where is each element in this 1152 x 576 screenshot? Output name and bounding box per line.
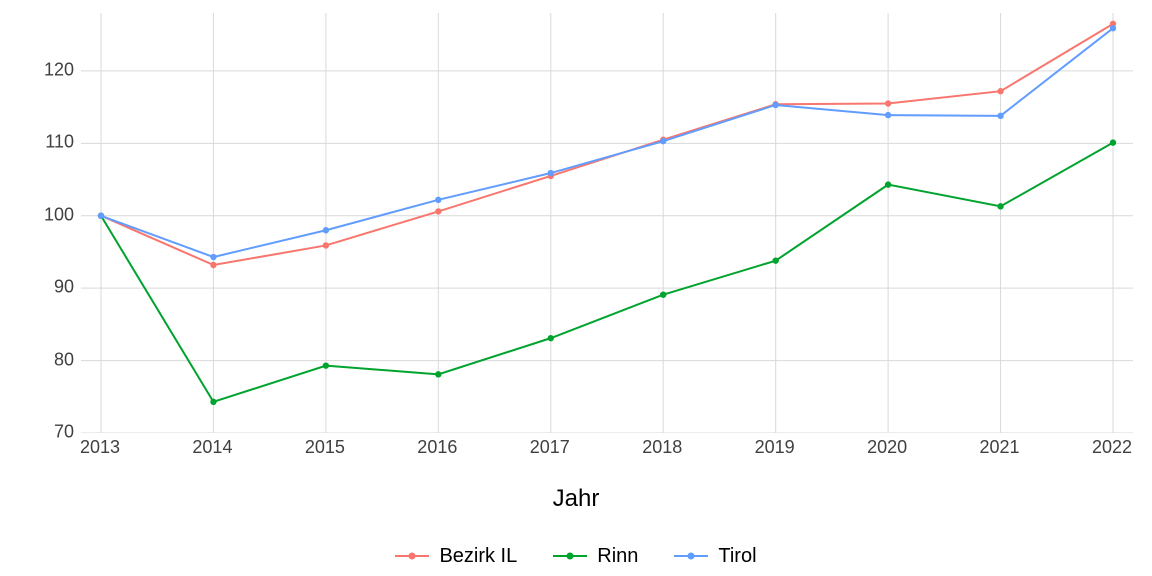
x-tick: 2013: [80, 437, 120, 458]
legend-label: Bezirk IL: [439, 545, 517, 568]
legend-item-tirol: Tirol: [674, 545, 756, 568]
x-tick: 2016: [417, 437, 457, 458]
plot-area: [80, 12, 1134, 434]
legend-item-bezirk-il: Bezirk IL: [395, 545, 517, 568]
x-axis-label: Jahr: [0, 485, 1152, 513]
y-tick: 110: [28, 132, 74, 153]
series-bezirk-il: [98, 21, 1116, 269]
legend-swatch-icon: [553, 555, 587, 557]
y-tick: 100: [28, 204, 74, 225]
x-tick: 2019: [755, 437, 795, 458]
legend-label: Tirol: [718, 545, 756, 568]
x-tick: 2017: [530, 437, 570, 458]
y-tick: 70: [28, 422, 74, 443]
chart-container: Index 2013 = 100 20132014201520162017201…: [0, 0, 1152, 576]
x-tick: 2014: [192, 437, 232, 458]
y-tick: 120: [28, 59, 74, 80]
y-tick: 90: [28, 277, 74, 298]
legend-swatch-icon: [674, 555, 708, 557]
series-tirol: [98, 25, 1116, 260]
x-tick: 2018: [642, 437, 682, 458]
x-tick: 2015: [305, 437, 345, 458]
series-rinn: [98, 139, 1116, 405]
plot-svg: [81, 13, 1133, 433]
x-tick: 2022: [1092, 437, 1132, 458]
x-tick: 2020: [867, 437, 907, 458]
legend-item-rinn: Rinn: [553, 545, 638, 568]
x-tick: 2021: [980, 437, 1020, 458]
legend: Bezirk IL Rinn Tirol: [0, 540, 1152, 568]
legend-label: Rinn: [597, 545, 638, 568]
y-tick: 80: [28, 349, 74, 370]
legend-swatch-icon: [395, 555, 429, 557]
